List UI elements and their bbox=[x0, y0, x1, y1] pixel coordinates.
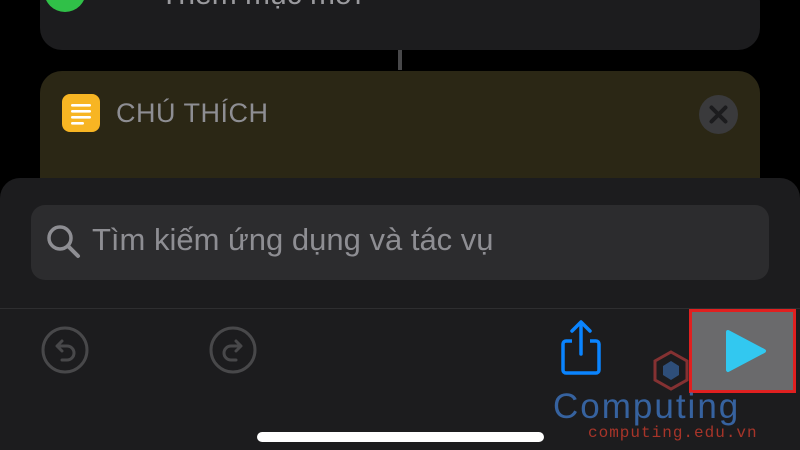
comment-icon bbox=[62, 94, 100, 132]
play-icon bbox=[726, 330, 766, 372]
share-icon[interactable] bbox=[555, 318, 607, 378]
add-action-card[interactable] bbox=[40, 0, 760, 50]
close-icon bbox=[709, 105, 728, 124]
search-placeholder: Tìm kiếm ứng dụng và tác vụ bbox=[92, 222, 494, 257]
add-action-label: Thêm mục mới bbox=[160, 0, 361, 12]
home-indicator[interactable] bbox=[257, 432, 544, 442]
watermark-url: computing.edu.vn bbox=[588, 424, 758, 442]
watermark-brand: Computing bbox=[553, 387, 741, 426]
watermark-logo-icon bbox=[653, 350, 689, 391]
action-connector bbox=[398, 50, 402, 70]
redo-icon[interactable] bbox=[208, 325, 258, 375]
search-icon bbox=[47, 225, 80, 258]
comment-title: CHÚ THÍCH bbox=[116, 98, 269, 128]
undo-icon[interactable] bbox=[40, 325, 90, 375]
close-button[interactable] bbox=[699, 95, 738, 134]
play-button[interactable] bbox=[689, 309, 796, 393]
